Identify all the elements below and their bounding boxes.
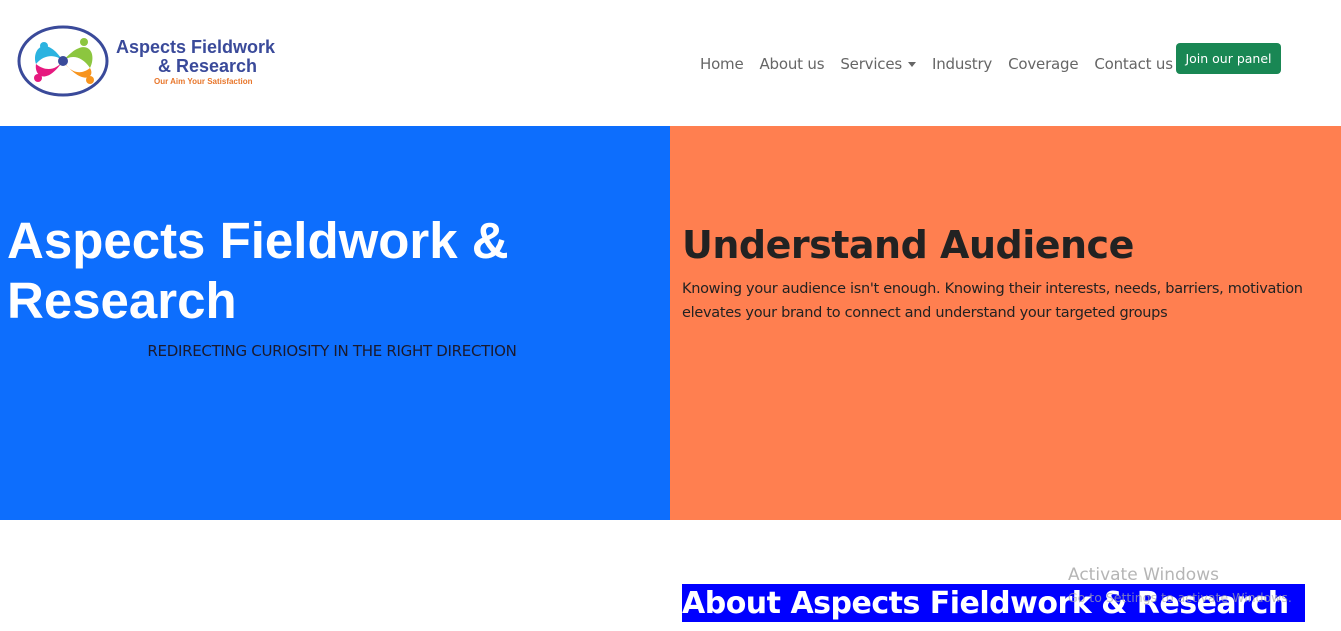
nav-services-dropdown[interactable]: Services [840,55,916,73]
nav-services-label: Services [840,55,902,73]
understand-audience-text: Knowing your audience isn't enough. Know… [682,281,1303,321]
caret-down-icon [908,62,916,67]
main-nav: Home About us Services Industry Coverage… [700,50,1189,78]
logo-title-line2: & Research [158,56,258,76]
activate-windows-watermark: Activate Windows [1068,565,1219,585]
nav-contact-us[interactable]: Contact us [1094,55,1173,73]
logo-title-line1: Aspects Fieldwork [116,37,276,57]
nav-industry[interactable]: Industry [932,55,992,73]
hero-left-panel: Aspects Fieldwork & Research REDIRECTING… [0,126,670,520]
logo-emblem-icon [17,25,109,97]
logo[interactable]: Aspects Fieldwork & Research Our Aim You… [16,24,326,100]
nav-about-us[interactable]: About us [760,55,825,73]
activate-windows-hint: Go to Settings to activate Windows. [1068,590,1292,605]
hero-subtitle: REDIRECTING CURIOSITY IN THE RIGHT DIREC… [147,342,517,360]
hero-right-panel: Understand Audience Knowing your audienc… [670,126,1341,520]
hero-title: Aspects Fieldwork & Research [7,212,509,329]
site-header: Aspects Fieldwork & Research Our Aim You… [0,0,1341,126]
nav-coverage[interactable]: Coverage [1008,55,1078,73]
logo-tagline: Our Aim Your Satisfaction [154,77,253,86]
understand-audience-heading: Understand Audience [682,223,1134,267]
join-panel-button[interactable]: Join our panel [1176,43,1281,74]
nav-home[interactable]: Home [700,55,744,73]
